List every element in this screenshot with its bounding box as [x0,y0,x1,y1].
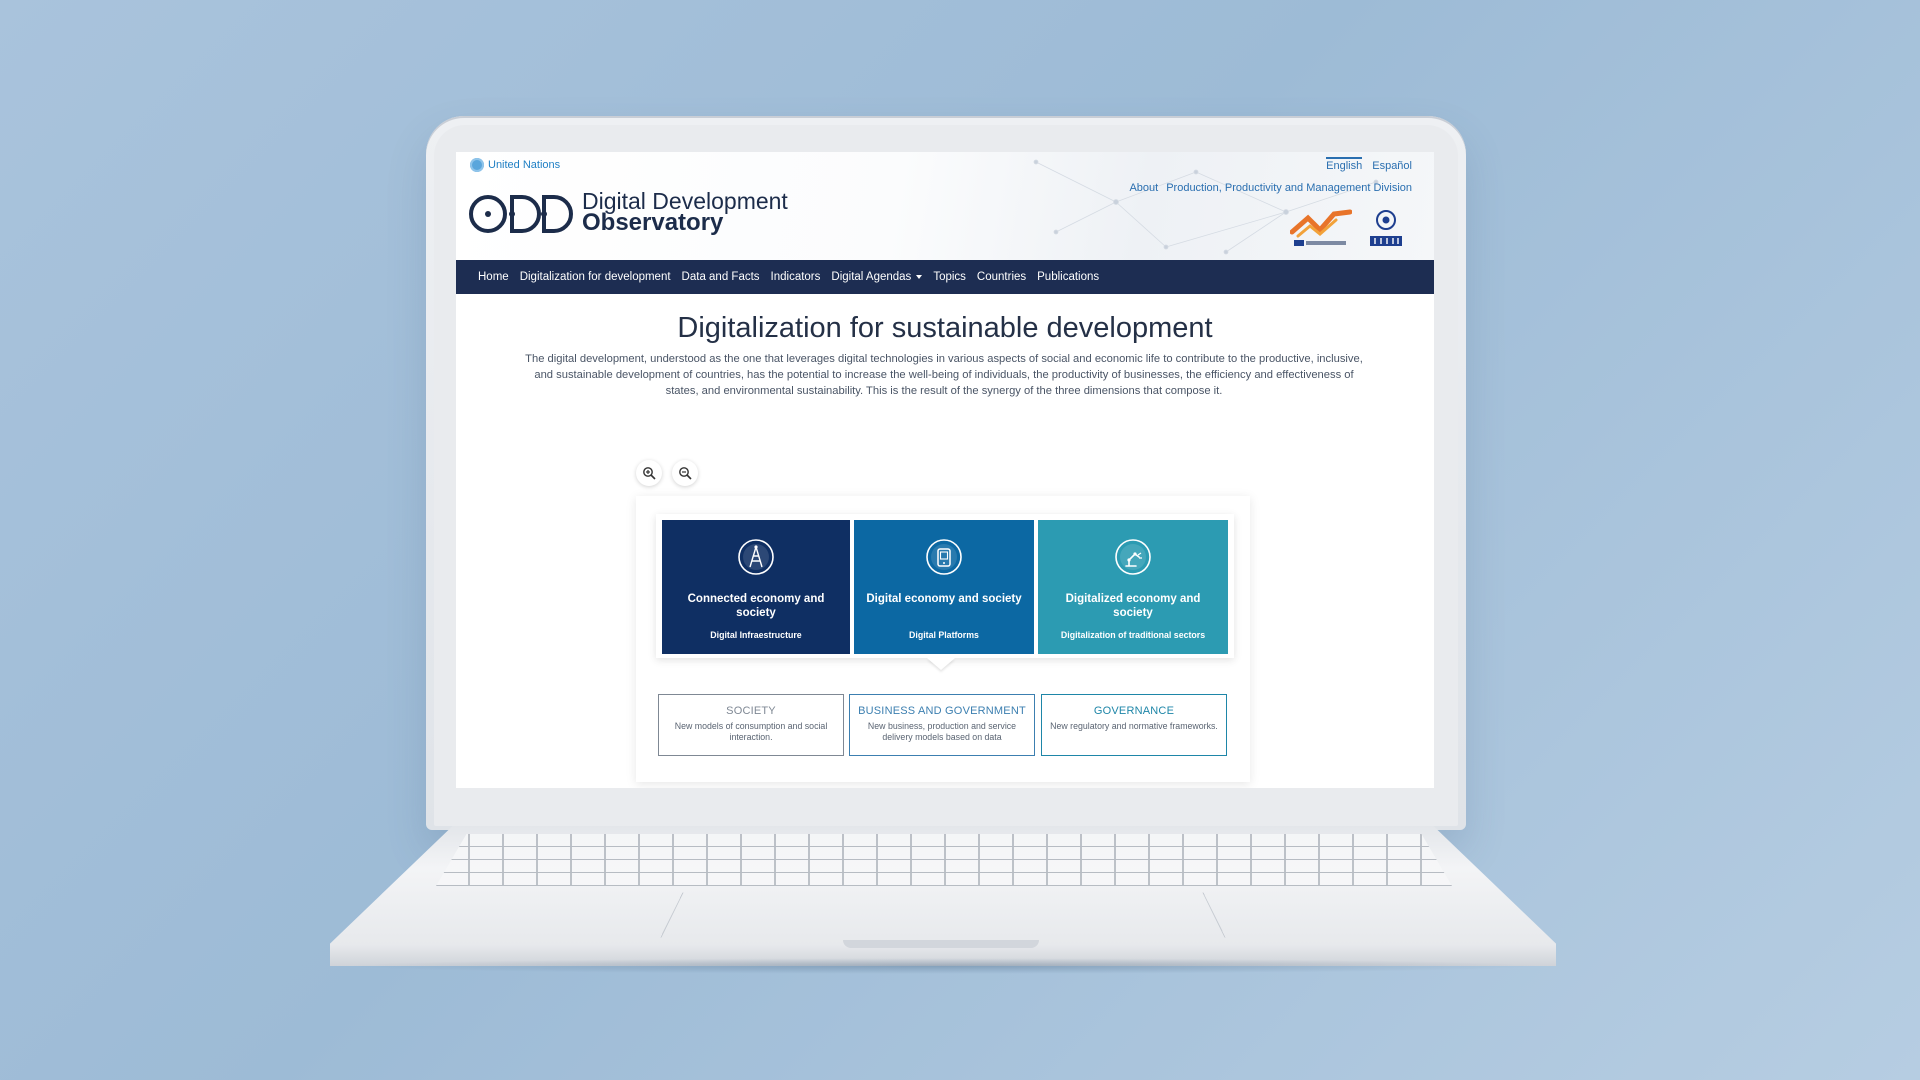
laptop-notch [843,940,1039,948]
dimension-description: New regulatory and normative frameworks. [1050,721,1218,731]
nav-home[interactable]: Home [478,271,509,283]
nav-topics-label: Topics [933,271,966,283]
page-title: Digitalization for sustainable developme… [677,312,1213,344]
card-digital-economy[interactable]: Digital economy and society Digital Plat… [854,520,1034,654]
mobile-app-icon [926,539,962,575]
nav-digitalization-label: Digitalization for development [519,271,671,283]
un-emblem-icon [470,158,484,172]
chevron-down-icon [916,275,923,279]
page-intro: The digital development, understood as t… [525,353,1363,397]
zoom-in-icon [643,467,656,480]
nav-digital-agendas[interactable]: Digital Agendas [831,271,923,283]
dimension-title: GOVERNANCE [1093,705,1175,717]
nav-indicators[interactable]: Indicators [771,271,821,283]
nav-countries[interactable]: Countries [977,271,1026,283]
card-subtitle: Digital Infraestructure [710,630,802,640]
laptop-screen: United Nations English Español About Pro… [456,152,1434,788]
eclac-logo-icon [1370,210,1402,246]
united-nations-label: United Nations [488,159,561,171]
header-links: About Production, Productivity and Manag… [1129,182,1412,194]
dimensions-diagram: Connected economy and society Digital In… [636,496,1250,782]
zoom-in-button[interactable] [636,460,662,486]
card-title: Digital economy and society [866,593,1022,605]
dimension-title: BUSINESS AND GOVERNMENT [858,705,1026,717]
dimension-description: New models of consumption and social int… [674,721,828,742]
dimension-business-government[interactable]: BUSINESS AND GOVERNMENT New business, pr… [849,694,1035,756]
laptop-shadow [340,958,1546,974]
keyboard-rows [436,834,1452,886]
card-subtitle: Digital Platforms [909,630,979,640]
nav-data-and-facts[interactable]: Data and Facts [682,271,760,283]
site-header: United Nations English Español About Pro… [456,152,1434,260]
nav-publications[interactable]: Publications [1037,271,1099,283]
cards-container: Connected economy and society Digital In… [656,514,1234,658]
zoom-out-button[interactable] [672,460,698,486]
card-digitalized-economy[interactable]: Digitalized economy and society Digitali… [1038,520,1228,654]
touchpad [660,892,1226,938]
main-navbar: Home Digitalization for development Data… [456,260,1434,294]
odd-logo-icon [469,195,573,233]
card-title: Connected economy and society [687,593,825,619]
partner-logo-icon [1290,209,1352,246]
nav-topics[interactable]: Topics [933,271,966,283]
card-connected-economy[interactable]: Connected economy and society Digital In… [662,520,850,654]
antenna-tower-icon [738,539,774,575]
lang-english[interactable]: English [1326,157,1363,172]
site-logo[interactable]: Digital Development Observatory [468,190,788,236]
lang-espanol[interactable]: Español [1372,157,1412,172]
zoom-out-icon [679,467,692,480]
logo-line-2: Observatory [582,209,724,236]
card-title: Digitalized economy and society [1065,593,1201,619]
card-subtitle: Digitalization of traditional sectors [1060,630,1206,640]
diagram-pointer [927,658,955,670]
dimension-governance[interactable]: GOVERNANCE New regulatory and normative … [1041,694,1227,756]
robot-arm-icon [1115,539,1151,575]
nav-home-label: Home [478,271,509,283]
dimension-society[interactable]: SOCIETY New models of consumption and so… [658,694,844,756]
language-switcher: English Español [1326,157,1412,172]
nav-publications-label: Publications [1037,271,1100,283]
nav-agendas-label: Digital Agendas [831,271,912,283]
division-link[interactable]: Production, Productivity and Management … [1166,182,1412,194]
nav-countries-label: Countries [976,271,1027,283]
nav-digitalization[interactable]: Digitalization for development [520,271,671,283]
united-nations-link[interactable]: United Nations [470,158,560,172]
dimension-title: SOCIETY [726,705,776,717]
nav-data-label: Data and Facts [681,271,760,283]
nav-indicators-label: Indicators [770,271,821,283]
about-link[interactable]: About [1129,182,1158,194]
dimension-description: New business, production and service del… [867,721,1017,742]
